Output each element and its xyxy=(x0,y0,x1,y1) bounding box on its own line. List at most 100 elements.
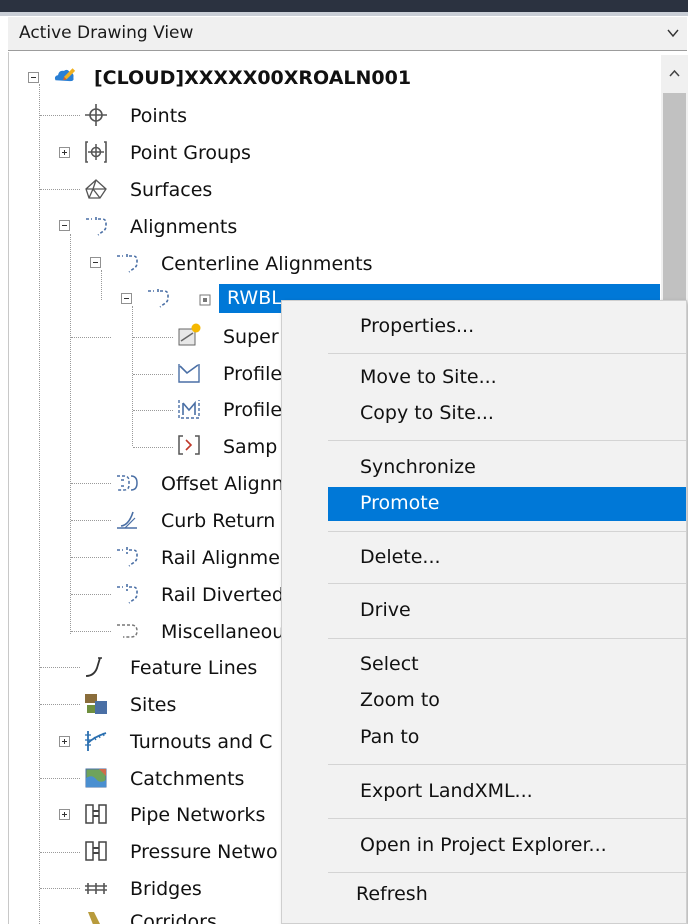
tree-line xyxy=(40,888,80,889)
tree-item-label: Curb Return xyxy=(161,510,276,532)
collapse-toggle[interactable] xyxy=(90,257,101,268)
alignment-icon xyxy=(148,289,169,308)
menu-item-properties[interactable]: Properties... xyxy=(282,310,686,344)
collapse-toggle[interactable] xyxy=(121,293,132,304)
window-top-edge xyxy=(0,12,688,16)
tree-line xyxy=(40,704,80,705)
tree-item-label: Points xyxy=(130,105,188,127)
tree-item-sample-lines[interactable]: Samp xyxy=(173,433,283,461)
tree-item-label: Corridors xyxy=(130,911,217,924)
tree-item-profiles[interactable]: Profile xyxy=(173,360,283,388)
alignment-icon xyxy=(86,217,107,236)
collapse-toggle[interactable] xyxy=(28,72,39,83)
menu-item-zoom-to[interactable]: Zoom to xyxy=(282,684,686,718)
tree-root-item[interactable]: [CLOUD]XXXXX00XROALN001 xyxy=(50,64,430,92)
view-dropdown[interactable]: Active Drawing View xyxy=(8,17,687,51)
tree-root-label: [CLOUD]XXXXX00XROALN001 xyxy=(94,67,412,89)
tree-line xyxy=(40,189,80,190)
tree-line xyxy=(71,520,111,521)
offset-alignment-icon xyxy=(117,475,138,491)
tree-item-curb-return[interactable]: Curb Return xyxy=(111,507,281,535)
tree-item-sites[interactable]: Sites xyxy=(80,691,280,719)
tree-item-feature-lines[interactable]: Feature Lines xyxy=(80,654,280,682)
tree-item-label: Sites xyxy=(130,694,177,716)
menu-item-copy-to-site[interactable]: Copy to Site... xyxy=(282,397,686,431)
menu-separator xyxy=(328,583,686,584)
tree-item-label: RWBL xyxy=(227,287,282,309)
tree-item-label: Pressure Netwo xyxy=(130,841,278,863)
tree-item-surfaces[interactable]: Surfaces xyxy=(80,175,280,203)
tree-item-corridors[interactable]: Corridors xyxy=(80,910,280,924)
menu-item-drive[interactable]: Drive xyxy=(282,594,686,628)
tree-item-point-groups[interactable]: Point Groups xyxy=(80,138,280,166)
tree-item-turnouts[interactable]: Turnouts and C xyxy=(80,728,280,756)
tree-line xyxy=(40,778,80,779)
tree-item-pressure-networks[interactable]: Pressure Netwo xyxy=(80,838,280,866)
bridge-icon xyxy=(85,883,107,894)
tree-item-rail-alignments[interactable]: Rail Alignme xyxy=(111,544,281,572)
tree-item-offset-alignments[interactable]: Offset Alignn xyxy=(111,470,284,498)
rail-alignment-icon xyxy=(117,547,138,567)
tree-item-label: Centerline Alignments xyxy=(161,253,373,275)
menu-item-delete[interactable]: Delete... xyxy=(282,541,686,575)
menu-separator xyxy=(328,764,686,765)
misc-alignment-icon xyxy=(117,624,138,638)
turnout-icon xyxy=(85,731,107,751)
tree-item-label: Bridges xyxy=(130,878,202,900)
tree-line xyxy=(70,234,71,634)
tree-item-label: Rail Diverted xyxy=(161,584,284,606)
tree-item-catchments[interactable]: Catchments xyxy=(80,765,280,793)
cloud-drawing-icon xyxy=(54,68,76,82)
feature-line-icon xyxy=(85,657,102,677)
tree-line xyxy=(133,337,173,338)
tree-item-label: Pipe Networks xyxy=(130,804,266,826)
surfaces-icon xyxy=(85,179,107,199)
tree-line xyxy=(40,115,80,116)
tree-item-label: Catchments xyxy=(130,768,245,790)
expand-toggle[interactable] xyxy=(59,809,70,820)
window-top-bar xyxy=(0,0,688,12)
tree-item-superelevation[interactable]: Super xyxy=(173,323,283,351)
rail-diverted-icon xyxy=(117,584,138,604)
tree-item-pipe-networks[interactable]: Pipe Networks xyxy=(80,801,280,829)
menu-item-open-in-project-explorer[interactable]: Open in Project Explorer... xyxy=(282,829,686,863)
point-groups-icon xyxy=(85,141,107,163)
expand-toggle[interactable] xyxy=(59,736,70,747)
tree-item-bridges[interactable]: Bridges xyxy=(80,875,280,903)
tree-item-centerline-alignments[interactable]: Centerline Alignments xyxy=(111,249,411,277)
tree-item-alignments[interactable]: Alignments xyxy=(80,212,280,240)
tree-item-label: Offset Alignn xyxy=(161,473,284,495)
tree-item-miscellaneous[interactable]: Miscellaneou xyxy=(111,618,284,646)
view-dropdown-value: Active Drawing View xyxy=(19,23,194,43)
tree-item-profile-views[interactable]: Profile xyxy=(173,396,283,424)
scroll-up-arrow-icon[interactable] xyxy=(661,61,688,85)
tree-item-points[interactable]: Points xyxy=(80,101,280,129)
menu-item-export-landxml[interactable]: Export LandXML... xyxy=(282,775,686,809)
menu-item-pan-to[interactable]: Pan to xyxy=(282,721,686,755)
tree-item-rail-diverted[interactable]: Rail Diverted xyxy=(111,581,284,609)
chevron-down-icon[interactable] xyxy=(665,25,681,41)
menu-item-refresh[interactable]: Refresh xyxy=(282,878,686,912)
alignment-icon xyxy=(117,254,138,273)
menu-item-select[interactable]: Select xyxy=(282,648,686,682)
tree-line xyxy=(133,447,173,448)
catchments-icon xyxy=(85,768,107,788)
menu-item-promote[interactable]: Promote xyxy=(328,487,686,521)
corridor-icon xyxy=(88,912,100,924)
tree-item-label: Rail Alignme xyxy=(161,547,280,569)
tree-line xyxy=(39,84,40,924)
menu-separator xyxy=(328,638,686,639)
menu-item-move-to-site[interactable]: Move to Site... xyxy=(282,361,686,395)
modified-flag-icon xyxy=(199,294,211,306)
tree-line xyxy=(133,374,173,375)
expand-toggle[interactable] xyxy=(59,147,70,158)
menu-separator xyxy=(328,531,686,532)
sites-icon xyxy=(85,694,107,714)
tree-line xyxy=(71,594,111,595)
tree-item-label: Profile xyxy=(223,363,283,385)
tree-item-label: Alignments xyxy=(130,216,238,238)
menu-item-synchronize[interactable]: Synchronize xyxy=(282,451,686,485)
menu-separator xyxy=(328,818,686,819)
tree-line xyxy=(133,410,173,411)
collapse-toggle[interactable] xyxy=(59,220,70,231)
